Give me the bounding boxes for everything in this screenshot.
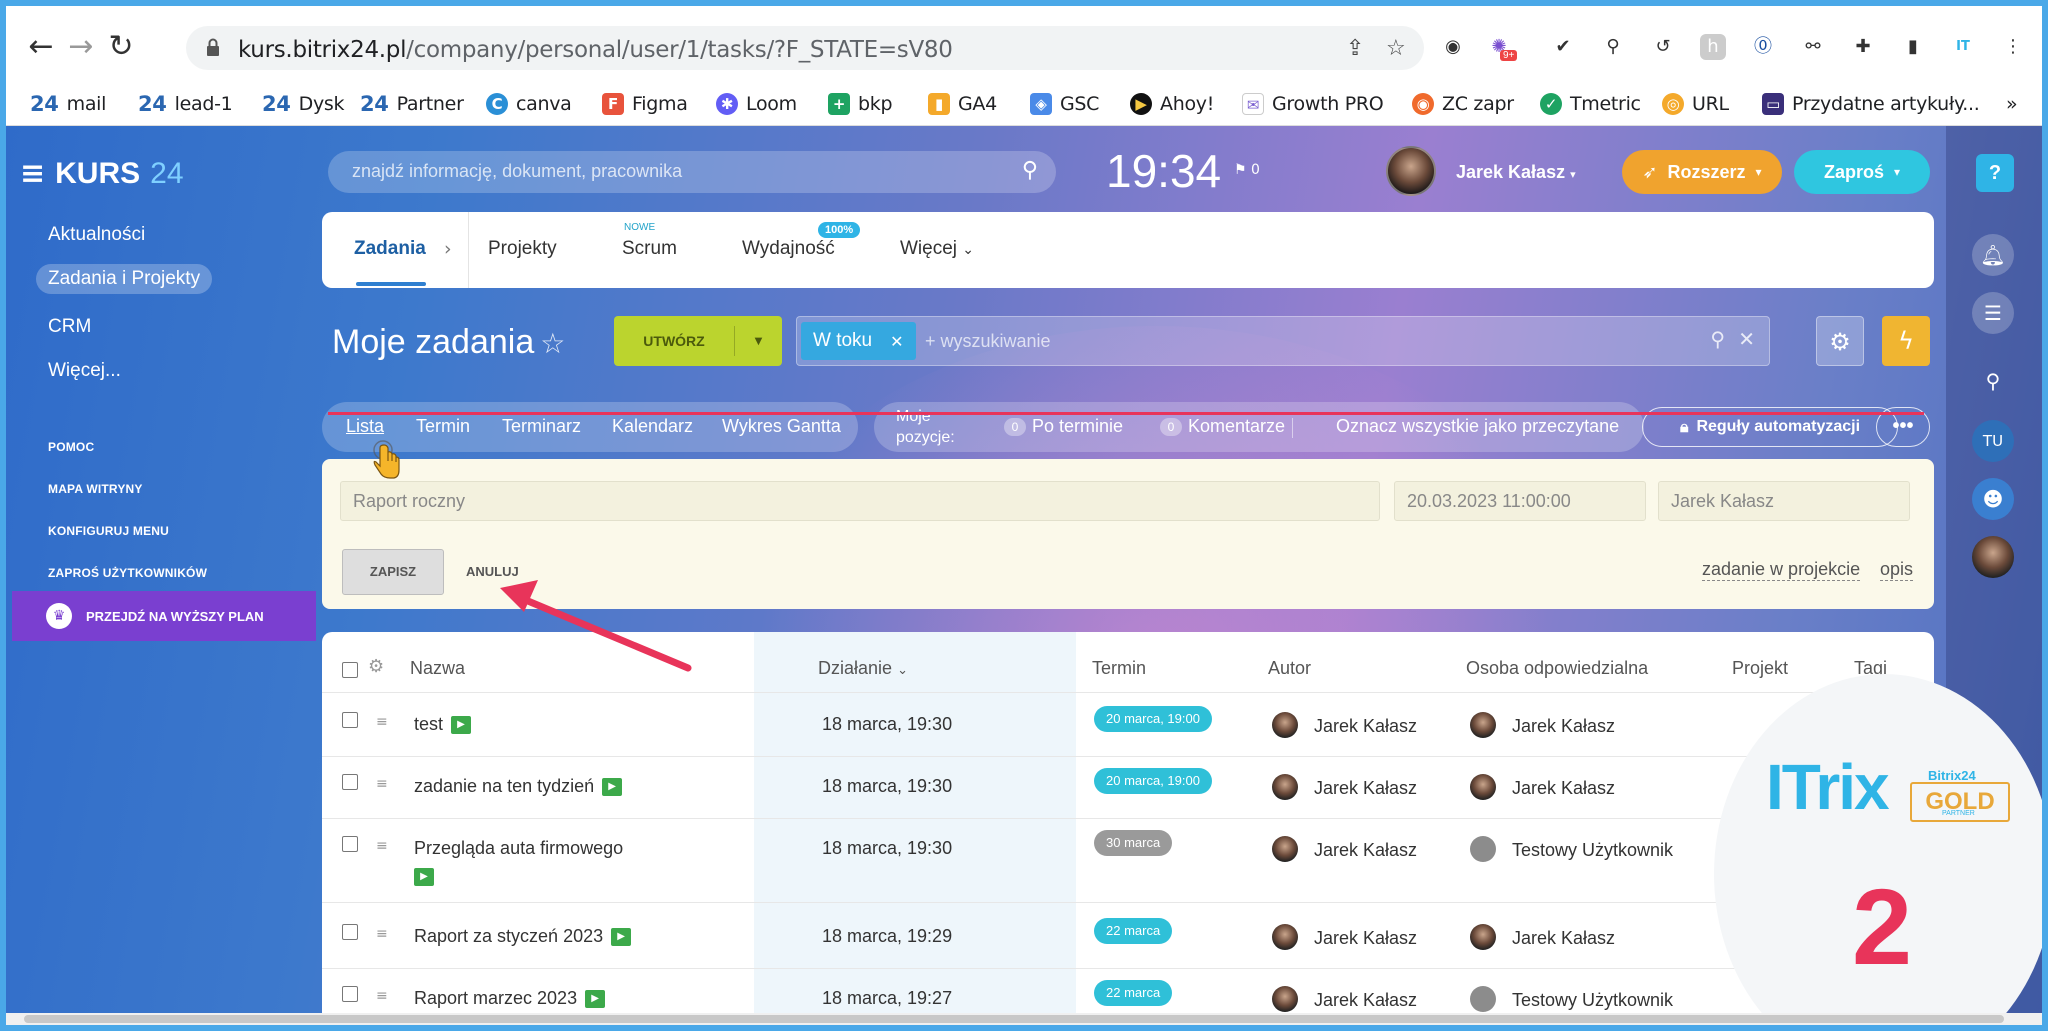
scrollbar-thumb[interactable] — [24, 1015, 2004, 1023]
partner-tier-label: PARTNER — [1942, 810, 1975, 817]
screen: ← → ↻ kurs.bitrix24.pl/company/personal/… — [6, 6, 2042, 1025]
itrix-logo: ITrix — [1766, 751, 1890, 823]
partner-program-label: Bitrix24 — [1928, 768, 1976, 783]
horizontal-scrollbar[interactable] — [6, 1013, 2042, 1025]
hand-cursor-icon — [373, 440, 400, 479]
episode-number: 2 — [1852, 866, 1913, 987]
